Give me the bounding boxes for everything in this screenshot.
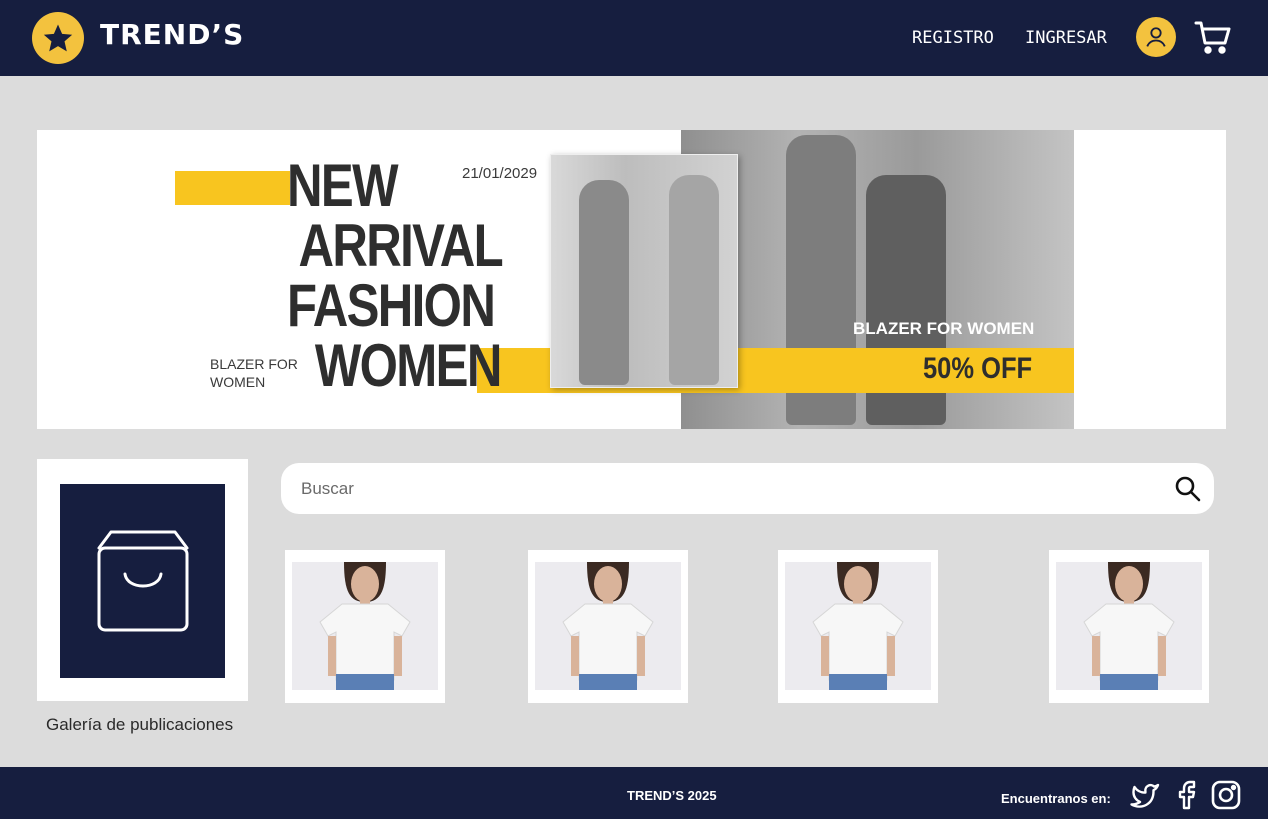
- product-image: [1056, 562, 1202, 690]
- banner-accent-bar: [175, 171, 290, 205]
- banner-discount: 50% OFF: [923, 352, 1033, 385]
- search-input[interactable]: [301, 463, 1161, 514]
- shopping-bag-icon: [97, 530, 188, 632]
- product-card[interactable]: [528, 550, 688, 703]
- headline-line: ARRIVAL: [298, 212, 503, 279]
- gallery-tile: [60, 484, 225, 678]
- footer-copyright: TREND’S 2025: [627, 788, 717, 803]
- gallery-label: Galería de publicaciones: [46, 715, 234, 734]
- search-icon[interactable]: [1174, 475, 1202, 503]
- gallery-button[interactable]: [37, 459, 248, 701]
- product-card[interactable]: [1049, 550, 1209, 703]
- star-icon: [43, 24, 73, 52]
- product-card[interactable]: [285, 550, 445, 703]
- register-link[interactable]: REGISTRO: [912, 28, 994, 48]
- user-account-button[interactable]: [1136, 17, 1176, 57]
- promo-banner[interactable]: NEW ARRIVAL FASHION WOMEN 21/01/2029 BLA…: [37, 130, 1226, 429]
- instagram-icon[interactable]: [1210, 779, 1242, 811]
- footer: TREND’S 2025 Encuentranos en:: [0, 767, 1268, 819]
- facebook-icon[interactable]: [1172, 779, 1204, 811]
- top-navbar: TREND’S REGISTRO INGRESAR: [0, 0, 1268, 76]
- product-image: [785, 562, 931, 690]
- banner-date: 21/01/2029: [462, 165, 538, 182]
- product-image: [535, 562, 681, 690]
- logo[interactable]: [32, 12, 84, 64]
- user-icon: [1146, 27, 1166, 47]
- search-bar: [281, 463, 1214, 514]
- login-link[interactable]: INGRESAR: [1025, 28, 1107, 48]
- cart-button[interactable]: [1193, 17, 1233, 57]
- twitter-icon[interactable]: [1128, 779, 1160, 811]
- brand-name[interactable]: TREND’S: [100, 18, 244, 51]
- cart-icon: [1194, 21, 1231, 54]
- banner-subtitle: BLAZER FOR WOMEN: [210, 356, 298, 390]
- footer-find-us-label: Encuentranos en:: [1001, 791, 1111, 806]
- product-card[interactable]: [778, 550, 938, 703]
- banner-product-label: BLAZER FOR WOMEN: [853, 319, 1035, 338]
- headline-line: FASHION: [287, 272, 496, 339]
- headline-line: WOMEN: [314, 332, 502, 399]
- banner-photo-inset: [550, 154, 738, 388]
- product-image: [292, 562, 438, 690]
